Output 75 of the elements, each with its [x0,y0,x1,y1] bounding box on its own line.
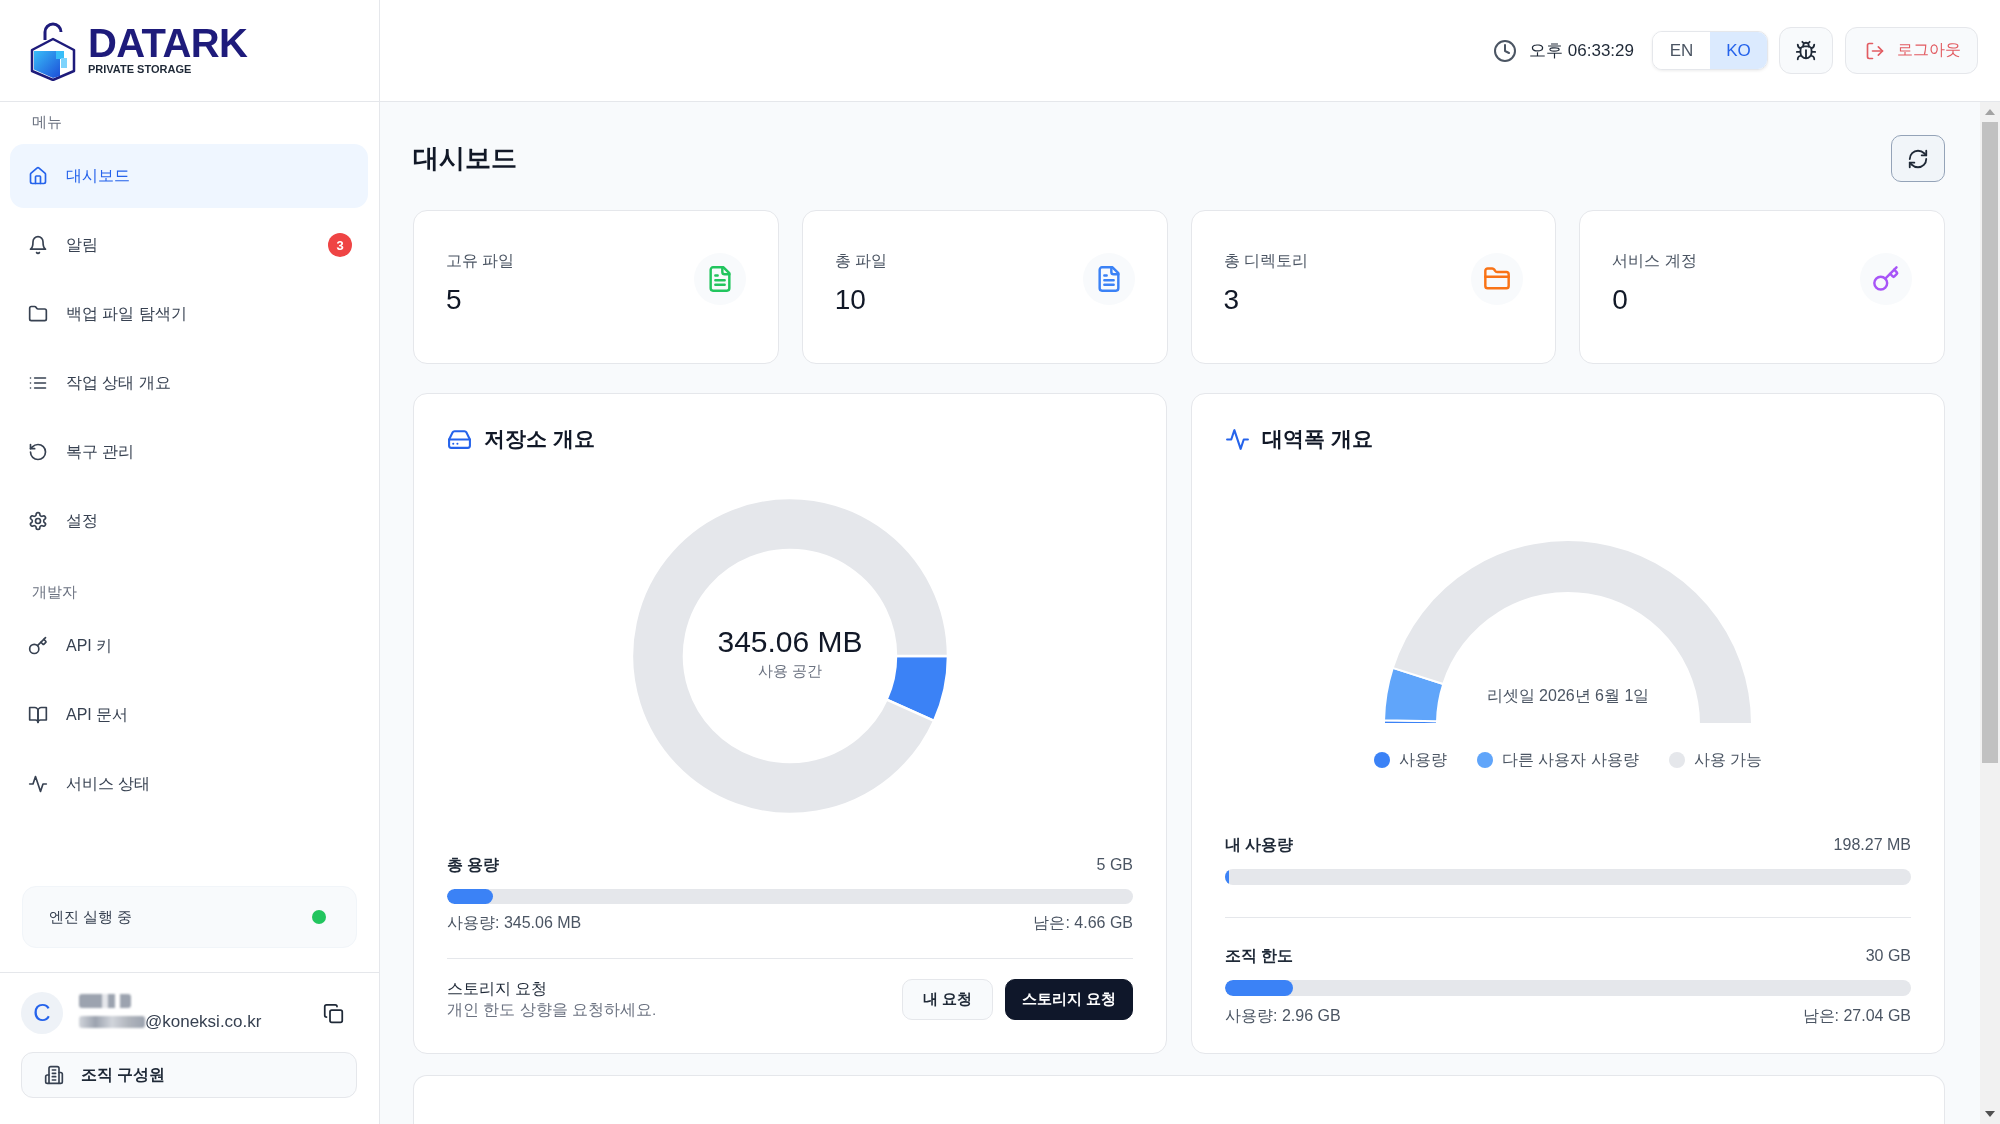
logo-cube-icon [30,20,76,81]
nav-item[interactable]: 작업 상태 개요 [10,351,368,415]
logo-tagline: PRIVATE STORAGE [88,63,192,76]
reset-date: 리셋일 2026년 6월 1일 [1486,686,1650,706]
stat-label: 서비스 계정 [1612,251,1697,271]
logo-wordmark: DATARK [88,25,248,61]
card-title: 대역폭 개요 [1262,426,1373,452]
user-email: @koneksi.co.kr [145,1012,262,1032]
used-space-label: 사용 공간 [757,661,823,681]
nav-item[interactable]: 대시보드 [10,144,368,208]
language-option[interactable]: KO [1710,32,1767,69]
request-description: 개인 한도 상향을 요청하세요. [447,1000,657,1020]
page-title: 대시보드 [413,142,517,175]
refresh-button[interactable] [1891,135,1945,182]
meter-value: 30 GB [1865,946,1911,966]
org-members-button[interactable]: 조직 구성원 [21,1052,357,1098]
notification-badge: 3 [328,233,352,257]
nav-item[interactable]: 백업 파일 탐색기 [10,282,368,346]
user-avatar: C [21,992,63,1034]
card-title: 저장소 개요 [484,426,595,452]
folder-icon [28,304,48,324]
settings-icon [28,511,48,531]
bug-report-button[interactable] [1779,27,1833,74]
pulse-icon [1225,426,1250,452]
logout-icon [1865,40,1885,61]
stat-label: 총 파일 [834,251,888,271]
nav-item[interactable]: API 키 [10,614,368,678]
current-time: 오후 06:33:29 [1529,40,1634,62]
book-icon [28,705,48,725]
section-label: 개발자 [32,582,77,602]
meter-label: 내 사용량 [1225,835,1294,855]
legend-label: 사용량 [1398,750,1447,770]
scrollbar-thumb[interactable] [1982,122,1998,763]
used-amount: 사용량: 345.06 MB [447,913,582,933]
bell-icon [28,235,48,255]
redacted-email-prefix [79,1016,145,1028]
building-icon [44,1065,64,1085]
nav-item[interactable]: 복구 관리 [10,420,368,484]
request-title: 스토리지 요청 [447,979,548,999]
meter-label: 조직 한도 [1225,946,1294,966]
my-requests-button[interactable]: 내 요청 [901,979,993,1020]
remaining-amount: 남은: 27.04 GB [1802,1006,1911,1026]
nav-item[interactable]: API 문서 [10,683,368,747]
engine-status-label: 엔진 실행 중 [49,907,133,927]
total-capacity-value: 5 GB [1096,855,1133,875]
stat-label: 고유 파일 [446,251,515,271]
stat-label: 총 디렉토리 [1223,251,1308,271]
used-amount: 사용량: 2.96 GB [1225,1006,1341,1026]
redacted-name [79,994,131,1008]
stat-value: 10 [834,283,866,317]
language-option[interactable]: EN [1653,32,1710,69]
stat-value: 5 [446,283,462,317]
total-capacity-label: 총 용량 [447,855,500,875]
legend-label: 다른 사용자 사용량 [1501,750,1639,770]
nav-item[interactable]: 설정 [10,489,368,553]
copy-icon[interactable] [323,1002,344,1024]
scrollbar[interactable] [1980,102,2000,1124]
used-space-value: 345.06 MB [717,625,863,659]
refresh-icon [1907,147,1929,170]
section-label: 메뉴 [32,112,62,132]
key-icon [28,636,48,656]
home-icon [28,166,48,186]
circular-arrow-icon [28,442,48,462]
meter-value: 198.27 MB [1833,835,1911,855]
pulse-icon [28,774,48,794]
nav-item[interactable]: 알림 3 [10,213,368,277]
stat-value: 3 [1223,283,1240,317]
nav-item[interactable]: 서비스 상태 [10,752,368,816]
legend-label: 사용 가능 [1693,750,1763,770]
clock-icon [1493,38,1518,63]
stat-value: 0 [1612,283,1628,317]
remaining-amount: 남은: 4.66 GB [1033,913,1133,933]
scroll-down-icon[interactable] [1985,1110,1995,1118]
bug-icon [1795,39,1817,62]
request-storage-button[interactable]: 스토리지 요청 [1004,979,1133,1020]
